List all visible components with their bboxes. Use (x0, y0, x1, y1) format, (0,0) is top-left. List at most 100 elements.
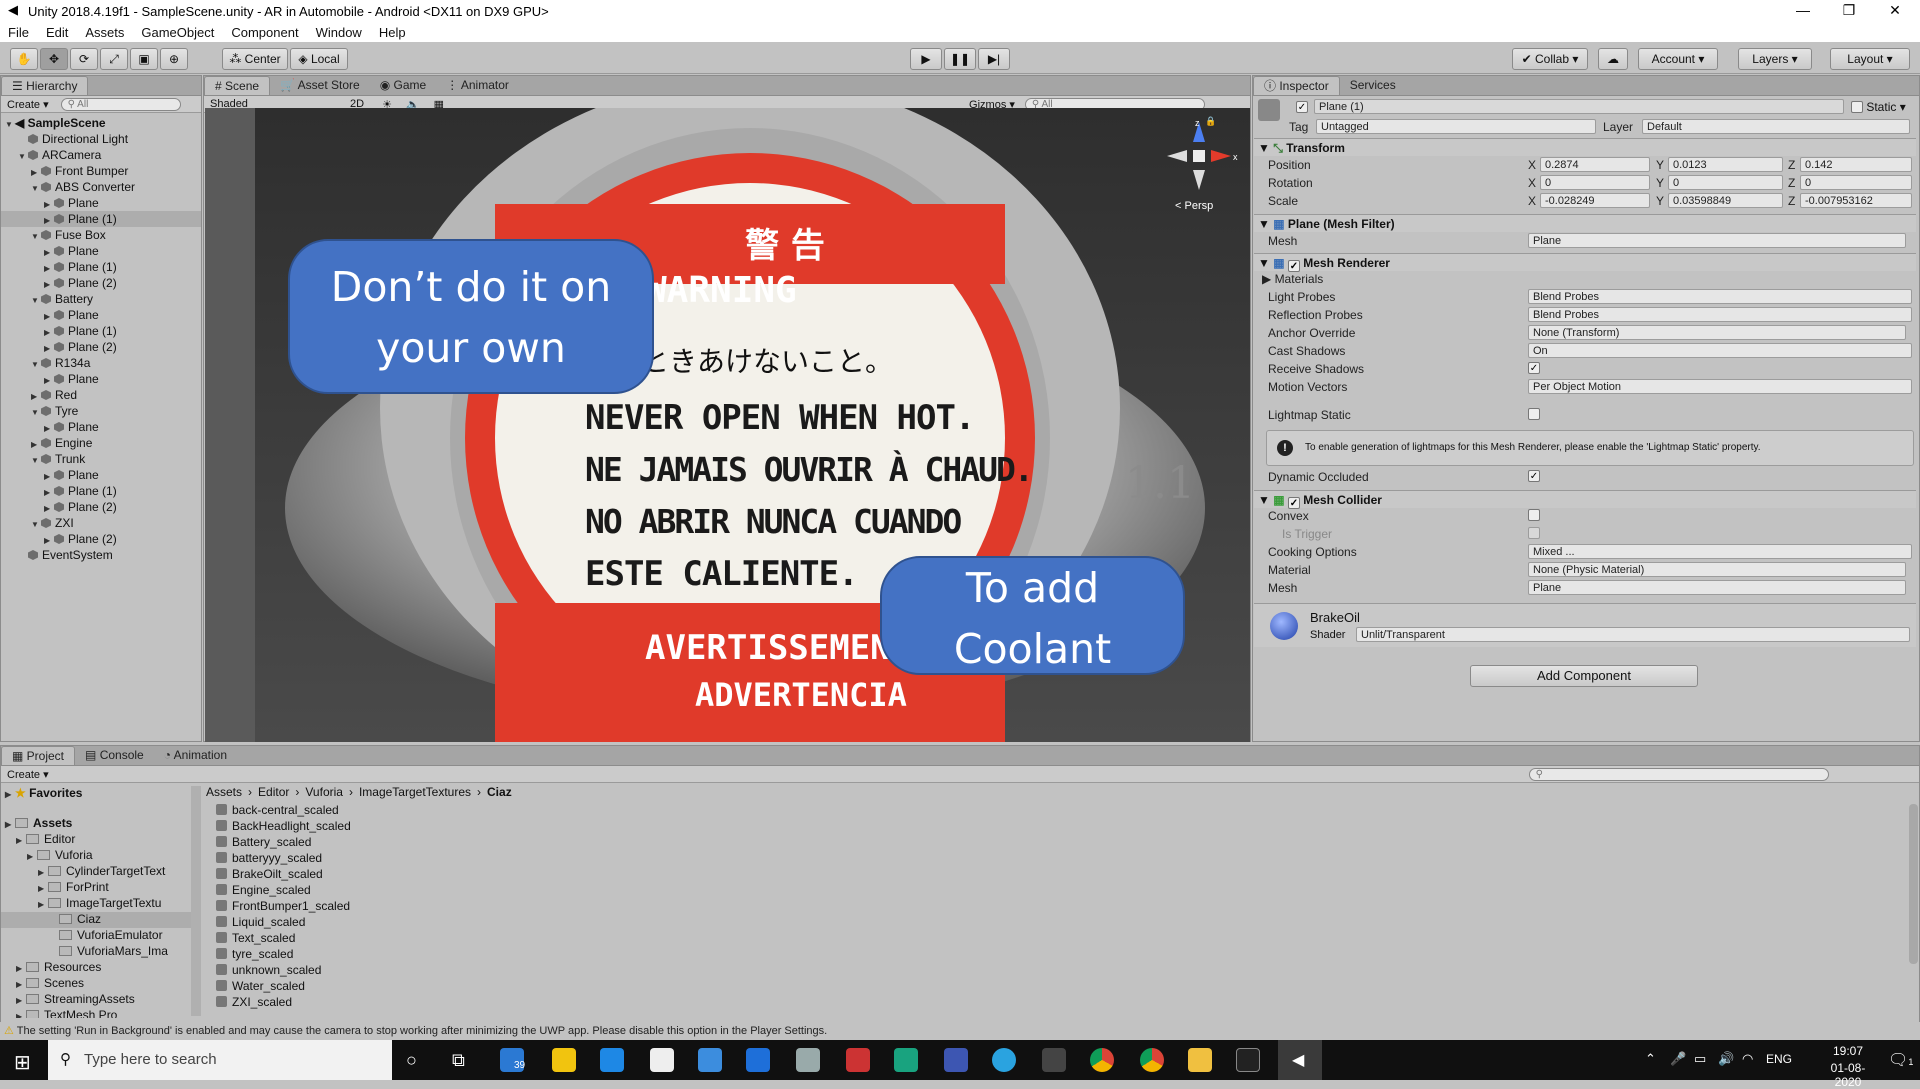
clock-time[interactable]: 19:07 (1820, 1044, 1876, 1058)
scale-x-field[interactable]: -0.028249 (1540, 193, 1650, 208)
foldout-arrow-icon[interactable]: ▶ (5, 820, 15, 829)
bubble-add-coolant[interactable]: To add Coolant (880, 556, 1185, 675)
hierarchy-item[interactable]: ▶ Plane (2) (1, 275, 201, 291)
step-button[interactable]: ▶| (978, 48, 1010, 70)
tab-game[interactable]: ◉ Game (370, 76, 437, 95)
account-button[interactable]: Account ▾ (1638, 48, 1718, 70)
project-folder-row[interactable]: ▶ ImageTargetTextu (1, 896, 191, 912)
menu-gameobject[interactable]: GameObject (133, 25, 223, 40)
volume-icon[interactable]: 🔊 (1718, 1051, 1734, 1067)
transform-tool-icon[interactable]: ⊕ (160, 48, 188, 70)
menu-assets[interactable]: Assets (77, 25, 133, 40)
tab-animation[interactable]: ◔ Animation (154, 746, 237, 765)
tray-chevron-icon[interactable]: ⌃ (1645, 1051, 1656, 1067)
status-bar[interactable]: ⚠ The setting 'Run in Background' is ena… (0, 1022, 1920, 1040)
hierarchy-item[interactable]: ▶ Red (1, 387, 201, 403)
asset-file-item[interactable]: back-central_scaled (216, 802, 616, 818)
materials-foldout[interactable]: ▶ Materials (1262, 272, 1323, 286)
minimize-button[interactable]: — (1780, 0, 1826, 22)
tab-animator[interactable]: ⋮ Animator (436, 76, 519, 95)
collab-button[interactable]: ✔ Collab ▾ (1512, 48, 1588, 70)
hierarchy-item[interactable]: ▶ Front Bumper (1, 163, 201, 179)
hierarchy-item[interactable]: ▶ Plane (1, 467, 201, 483)
menu-window[interactable]: Window (308, 25, 371, 40)
file-explorer-icon[interactable] (1188, 1048, 1212, 1072)
mesh-renderer-header[interactable]: ▼ ▦ ✓ Mesh Renderer (1254, 253, 1916, 272)
app-icon-3[interactable] (846, 1048, 870, 1072)
taskbar-search-box[interactable]: ⚲ Type here to search (48, 1040, 392, 1080)
project-folder-row[interactable]: Ciaz (1, 912, 191, 928)
hierarchy-item[interactable]: ▼ Battery (1, 291, 201, 307)
hierarchy-item[interactable]: ▶ Plane (1, 243, 201, 259)
material-section[interactable]: BrakeOil Shader Unlit/Transparent (1254, 603, 1916, 647)
hierarchy-search-input[interactable]: ⚲ All (60, 97, 181, 111)
asset-file-item[interactable]: FrontBumper1_scaled (216, 898, 616, 914)
pivot-local-button[interactable]: ◈ Local (290, 48, 348, 70)
cooking-options-dropdown[interactable]: Mixed ... (1528, 544, 1912, 559)
hierarchy-item[interactable]: ▶ Plane (1) (1, 259, 201, 275)
project-folder-row[interactable]: ▶ Resources (1, 960, 191, 976)
asset-file-item[interactable]: batteryyy_scaled (216, 850, 616, 866)
foldout-arrow-icon[interactable]: ▶ (38, 868, 48, 877)
scale-z-field[interactable]: -0.007953162 (1800, 193, 1912, 208)
hierarchy-item[interactable]: ▼ ABS Converter (1, 179, 201, 195)
lightmap-static-checkbox[interactable] (1528, 408, 1540, 420)
unity-taskbar-button[interactable]: ◀ (1278, 1040, 1322, 1080)
notification-icon[interactable]: 🗨1 (1888, 1050, 1913, 1070)
project-search-input[interactable]: ⚲ (1528, 767, 1829, 781)
breadcrumb-item[interactable]: ImageTargetTextures (359, 785, 471, 799)
persp-label[interactable]: < Persp (1175, 200, 1213, 212)
active-checkbox[interactable]: ✓ (1296, 101, 1308, 113)
project-folder-row[interactable]: ▶ Editor (1, 832, 191, 848)
mesh-collider-enabled-checkbox[interactable]: ✓ (1287, 497, 1300, 509)
project-folder-row[interactable]: ▶ Scenes (1, 976, 191, 992)
foldout-arrow-icon[interactable]: ▶ (16, 964, 26, 973)
light-probes-dropdown[interactable]: Blend Probes (1528, 289, 1912, 304)
scale-y-field[interactable]: 0.03598849 (1668, 193, 1783, 208)
unity-hub-icon[interactable] (650, 1048, 674, 1072)
language-indicator[interactable]: ENG (1766, 1052, 1792, 1066)
asset-file-item[interactable]: Liquid_scaled (216, 914, 616, 930)
rect-tool-icon[interactable]: ▣ (130, 48, 158, 70)
mesh-renderer-enabled-checkbox[interactable]: ✓ (1287, 260, 1300, 272)
terminal-icon[interactable] (1236, 1048, 1260, 1072)
favorites-row[interactable]: ▶ ★ Favorites (1, 786, 191, 802)
hierarchy-item[interactable]: ▼ Fuse Box (1, 227, 201, 243)
asset-file-item[interactable]: unknown_scaled (216, 962, 616, 978)
tag-dropdown[interactable]: Untagged (1316, 119, 1596, 134)
orientation-gizmo[interactable]: z x (1165, 118, 1245, 208)
rotate-tool-icon[interactable]: ⟳ (70, 48, 98, 70)
tab-inspector[interactable]: ⓘ Inspector (1253, 76, 1340, 95)
hierarchy-item[interactable]: ▼ ARCamera (1, 147, 201, 163)
project-create-button[interactable]: Create ▾ (7, 768, 49, 781)
scene-root[interactable]: ▼ ◀ SampleScene (1, 115, 201, 131)
static-toggle[interactable]: Static ▾ (1851, 100, 1906, 114)
tab-project[interactable]: ▦ Project (1, 746, 76, 765)
project-folder-row[interactable]: VuforiaEmulator (1, 928, 191, 944)
menu-edit[interactable]: Edit (38, 25, 77, 40)
app-icon-2[interactable] (796, 1048, 820, 1072)
asset-file-item[interactable]: Engine_scaled (216, 882, 616, 898)
receive-shadows-checkbox[interactable]: ✓ (1528, 362, 1540, 374)
project-folder-row[interactable]: ▶ Vuforia (1, 848, 191, 864)
convex-checkbox[interactable] (1528, 509, 1540, 521)
menu-help[interactable]: Help (371, 25, 415, 40)
app-icon-6[interactable] (1042, 1048, 1066, 1072)
asset-file-item[interactable]: BrakeOilt_scaled (216, 866, 616, 882)
hierarchy-item[interactable]: ▶ Plane (1, 419, 201, 435)
dynamic-occluded-checkbox[interactable]: ✓ (1528, 470, 1540, 482)
hierarchy-item[interactable]: ▼ Tyre (1, 403, 201, 419)
layer-dropdown[interactable]: Default (1642, 119, 1910, 134)
foldout-arrow-icon[interactable]: ▶ (38, 884, 48, 893)
layout-button[interactable]: Layout ▾ (1830, 48, 1910, 70)
project-folder-row[interactable]: VuforiaMars_Ima (1, 944, 191, 960)
project-folder-row[interactable]: ▶ CylinderTargetText (1, 864, 191, 880)
collider-material-field[interactable]: None (Physic Material) (1528, 562, 1906, 577)
hierarchy-item[interactable]: ▶ Plane (1) (1, 323, 201, 339)
tab-hierarchy[interactable]: ☰ Hierarchy (1, 76, 89, 95)
bubble-dont-do-it[interactable]: Don’t do it on your own (288, 239, 654, 394)
app-icon-4[interactable] (894, 1048, 918, 1072)
mesh-filter-header[interactable]: ▼ ▦ Plane (Mesh Filter) (1254, 214, 1916, 232)
mail-icon[interactable]: 39 (500, 1048, 525, 1072)
motion-vectors-dropdown[interactable]: Per Object Motion (1528, 379, 1912, 394)
